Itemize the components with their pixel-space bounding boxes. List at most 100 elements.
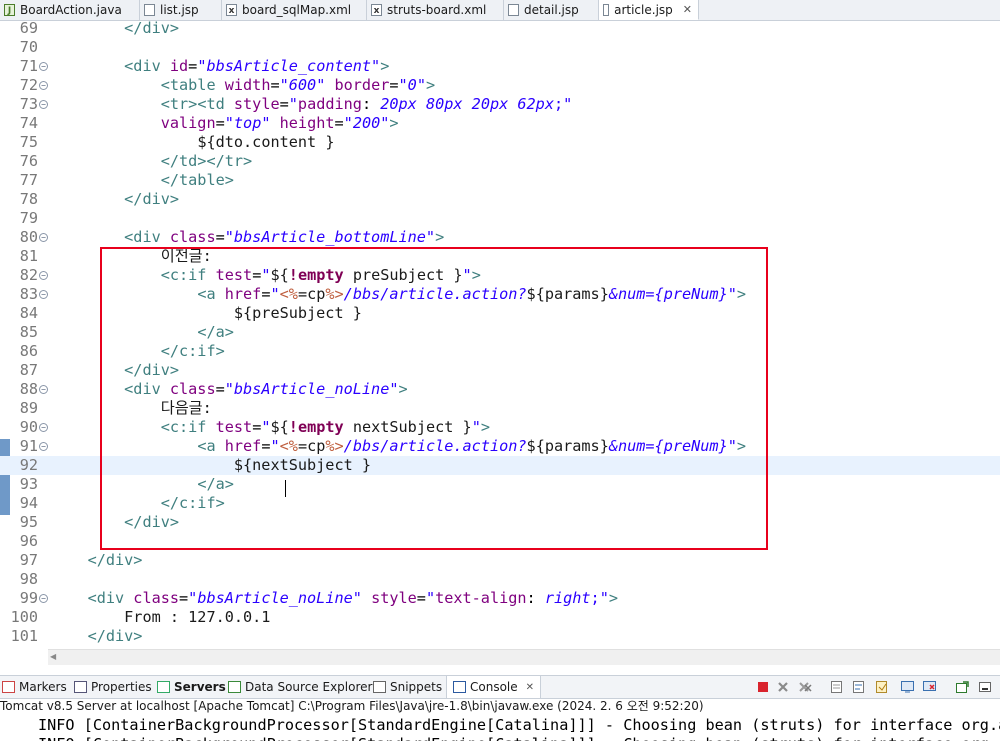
line-code: <div class="bbsArticle_noLine" style="te…: [87, 589, 618, 607]
word-wrap-icon[interactable]: [852, 680, 867, 694]
remove-launch-icon[interactable]: [776, 680, 791, 694]
tab-label: article.jsp: [614, 2, 673, 17]
view-tab-properties[interactable]: Properties: [74, 676, 152, 698]
line-number: 78: [19, 190, 38, 208]
line-number: 93: [19, 475, 38, 493]
line-number: 70: [19, 38, 38, 56]
line-number: 95: [19, 513, 38, 531]
fold-toggle-icon[interactable]: −: [39, 385, 48, 394]
editor-horizontal-scrollbar[interactable]: ◀: [48, 649, 1000, 665]
fold-toggle-icon[interactable]: −: [39, 290, 48, 299]
line-number: 98: [19, 570, 38, 588]
line-code: valign="top" height="200">: [160, 114, 399, 132]
editor-tab-boardaction-java[interactable]: J BoardAction.java: [0, 0, 140, 20]
bottom-views-tab-bar: Markers Properties Servers Data Source Expl…: [0, 675, 1000, 699]
console-output[interactable]: INFO [ContainerBackgroundProcessor[Stand…: [0, 715, 1000, 741]
open-console-icon[interactable]: [955, 680, 970, 694]
view-tab-servers[interactable]: Servers: [157, 676, 226, 698]
editor-tab-struts-board-xml[interactable]: x struts-board.xml: [367, 0, 504, 20]
line-number: 86: [19, 342, 38, 360]
xml-file-icon: x: [226, 4, 237, 16]
remove-all-terminated-icon[interactable]: [798, 680, 813, 694]
tab-label: struts-board.xml: [387, 3, 487, 17]
close-icon[interactable]: ✕: [526, 682, 534, 693]
fold-toggle-icon[interactable]: −: [39, 442, 48, 451]
editor-tab-article-jsp[interactable]: article.jsp ✕: [599, 0, 699, 20]
fold-toggle-icon[interactable]: −: [39, 81, 48, 90]
line-number: 83: [19, 285, 38, 303]
line-number: 77: [19, 171, 38, 189]
line-code: </div>: [124, 21, 180, 37]
line-code: <tr><td style="padding: 20px 80px 20px 6…: [160, 95, 573, 113]
line-number: 71: [19, 57, 38, 75]
view-tab-label: Console: [470, 680, 518, 694]
terminate-icon[interactable]: [756, 680, 771, 694]
line-code: From : 127.0.0.1: [124, 608, 271, 626]
tab-label: list.jsp: [160, 3, 199, 17]
code-line: 78 </div>: [0, 190, 1000, 209]
view-tab-data-source-explorer[interactable]: Data Source Explorer: [228, 676, 372, 698]
view-tab-label: Data Source Explorer: [245, 680, 373, 694]
fold-toggle-icon[interactable]: −: [39, 594, 48, 603]
show-console-on-output-icon[interactable]: [875, 680, 890, 694]
code-line: 73− <tr><td style="padding: 20px 80px 20…: [0, 95, 1000, 114]
line-code: </table>: [160, 171, 234, 189]
line-number: 92: [19, 456, 38, 474]
code-line: 97 </div>: [0, 551, 1000, 570]
view-tab-snippets[interactable]: Snippets: [373, 676, 442, 698]
line-number: 73: [19, 95, 38, 113]
line-code: <div class="bbsArticle_bottomLine">: [124, 228, 445, 246]
code-line: 76 </td></tr>: [0, 152, 1000, 171]
fold-toggle-icon[interactable]: −: [39, 233, 48, 242]
console-icon: [453, 681, 466, 693]
scroll-left-arrow-icon[interactable]: ◀: [50, 652, 56, 661]
line-code: <div id="bbsArticle_content">: [124, 57, 390, 75]
line-code: </div>: [87, 551, 143, 569]
fold-toggle-icon[interactable]: −: [39, 62, 48, 71]
editor-tab-detail-jsp[interactable]: detail.jsp: [504, 0, 599, 20]
line-number: 88: [19, 380, 38, 398]
code-line: 79: [0, 209, 1000, 228]
line-code: </div>: [87, 627, 143, 645]
fold-toggle-icon[interactable]: −: [39, 423, 48, 432]
line-code: </div>: [124, 190, 180, 208]
code-line: 75 ${dto.content }: [0, 133, 1000, 152]
line-number: 79: [19, 209, 38, 227]
jsp-file-icon: [508, 4, 519, 16]
minimize-view-icon[interactable]: [978, 680, 993, 694]
line-code: ${dto.content }: [197, 133, 335, 151]
text-caret: [285, 480, 286, 497]
fold-toggle-icon[interactable]: −: [39, 100, 48, 109]
line-number: 101: [10, 627, 38, 645]
editor-tab-board-sqlmap-xml[interactable]: x board_sqlMap.xml: [222, 0, 367, 20]
pin-console-icon[interactable]: [900, 680, 915, 694]
close-icon[interactable]: ✕: [683, 3, 692, 16]
code-line: 80− <div class="bbsArticle_bottomLine">: [0, 228, 1000, 247]
display-selected-console-icon[interactable]: [922, 680, 937, 694]
fold-toggle-icon[interactable]: −: [39, 271, 48, 280]
code-line: 74 valign="top" height="200">: [0, 114, 1000, 133]
line-number: 72: [19, 76, 38, 94]
code-line: 70: [0, 38, 1000, 57]
tab-label: detail.jsp: [524, 3, 579, 17]
scroll-lock-icon[interactable]: [830, 680, 845, 694]
line-number: 76: [19, 152, 38, 170]
view-tab-markers[interactable]: Markers: [2, 676, 67, 698]
line-number: 96: [19, 532, 38, 550]
line-number: 84: [19, 304, 38, 322]
line-number: 69: [19, 21, 38, 37]
line-number: 75: [19, 133, 38, 151]
code-line: 72− <table width="600" border="0">: [0, 76, 1000, 95]
tab-label: board_sqlMap.xml: [242, 3, 352, 17]
editor-tab-list-jsp[interactable]: list.jsp: [140, 0, 222, 20]
code-editor[interactable]: 69 </div> 70 71− <div id="bbsArticle_conte…: [0, 21, 1000, 649]
editor-tab-bar: J BoardAction.java list.jsp x board_sqlMap.x…: [0, 0, 1000, 21]
line-number: 81: [19, 247, 38, 265]
line-number: 74: [19, 114, 38, 132]
line-number: 91: [19, 437, 38, 455]
code-line: 100 From : 127.0.0.1: [0, 608, 1000, 627]
view-tab-console[interactable]: Console ✕: [446, 676, 542, 698]
console-process-label: Tomcat v8.5 Server at localhost [Apache …: [0, 699, 704, 713]
code-line: 101 </div>: [0, 627, 1000, 646]
highlight-annotation-box: [100, 247, 768, 550]
